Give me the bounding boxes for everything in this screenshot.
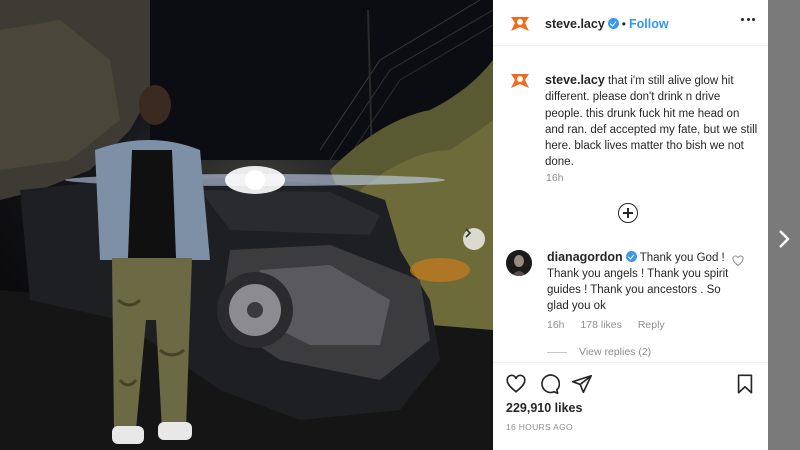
post-time-ago[interactable]: 16 HOURS AGO bbox=[506, 422, 573, 432]
caption-avatar[interactable] bbox=[506, 66, 534, 94]
avatar-image bbox=[506, 66, 534, 94]
author-username[interactable]: steve.lacy bbox=[545, 17, 605, 31]
separator-dot: • bbox=[621, 17, 626, 31]
verified-badge-icon bbox=[607, 18, 619, 29]
more-options-icon[interactable] bbox=[741, 18, 755, 24]
divider-line bbox=[547, 351, 567, 353]
comment-meta: 16h 178 likes Reply bbox=[547, 319, 678, 331]
avatar-image bbox=[506, 9, 534, 37]
comment-text-block: dianagordon Thank you God ! Thank you an… bbox=[547, 249, 737, 314]
post-header: steve.lacy • Follow bbox=[493, 0, 768, 46]
comment-bubble-icon[interactable] bbox=[538, 373, 560, 395]
likes-count[interactable]: 229,910 likes bbox=[506, 401, 582, 415]
next-post-chevron-right-icon[interactable] bbox=[774, 227, 794, 251]
bookmark-icon[interactable] bbox=[734, 373, 756, 395]
verified-badge-icon bbox=[625, 251, 637, 262]
avatar-image bbox=[506, 250, 532, 276]
caption-text-block: steve.lacy that i'm still alive glow hit… bbox=[545, 72, 759, 171]
heart-icon[interactable] bbox=[505, 373, 527, 395]
next-photo-button[interactable] bbox=[463, 228, 485, 250]
crash-scene-image bbox=[0, 0, 493, 450]
author-avatar[interactable] bbox=[506, 9, 534, 37]
reply-button[interactable]: Reply bbox=[638, 319, 665, 331]
commenter-avatar[interactable] bbox=[506, 250, 532, 276]
caption-username[interactable]: steve.lacy bbox=[545, 73, 605, 87]
comment-likes[interactable]: 178 likes bbox=[580, 319, 621, 331]
post-side-panel: steve.lacy • Follow steve.lacy that i'm st… bbox=[493, 0, 768, 450]
commenter-username[interactable]: dianagordon bbox=[547, 250, 623, 264]
paper-plane-icon[interactable] bbox=[571, 373, 593, 395]
comment-timestamp[interactable]: 16h bbox=[547, 319, 565, 331]
caption-timestamp[interactable]: 16h bbox=[546, 172, 564, 184]
comment-like-heart-icon[interactable] bbox=[732, 255, 744, 267]
post-actions-bar: 229,910 likes 16 HOURS AGO bbox=[493, 362, 768, 450]
load-more-comments-icon[interactable] bbox=[618, 203, 638, 223]
chevron-right-icon bbox=[465, 228, 472, 238]
follow-button[interactable]: Follow bbox=[629, 17, 669, 31]
view-replies-button[interactable]: View replies (2) bbox=[547, 346, 651, 358]
modal-backdrop-right bbox=[768, 0, 800, 450]
post-photo[interactable] bbox=[0, 0, 493, 450]
view-replies-label: View replies (2) bbox=[579, 346, 652, 358]
caption-body: that i'm still alive glow hit different.… bbox=[545, 75, 758, 169]
